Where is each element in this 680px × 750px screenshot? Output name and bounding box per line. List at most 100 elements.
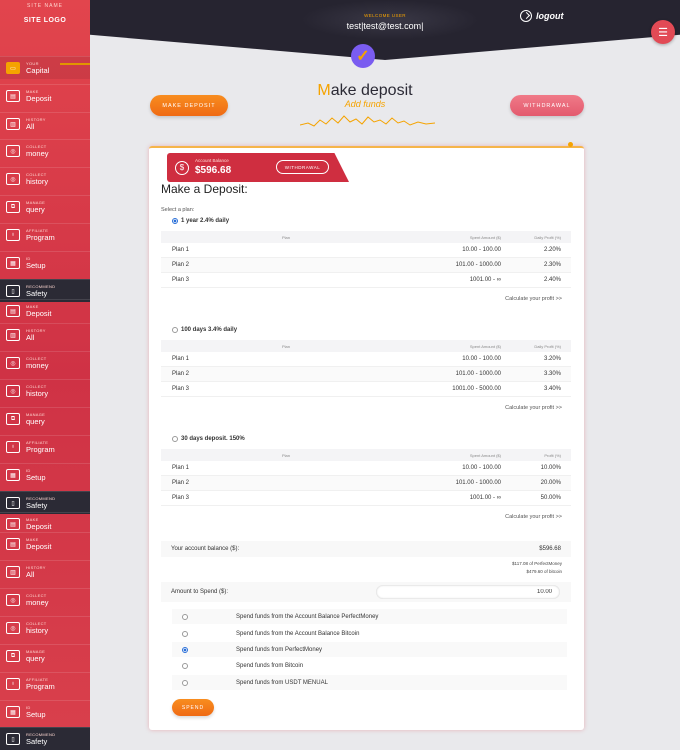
site-name: SITE NAME [27, 3, 63, 9]
logout-button[interactable]: logout [520, 10, 564, 22]
table-cell: 10.00 - 100.00 [462, 465, 501, 471]
spend-option[interactable]: Spend funds from the Account Balance Bit… [172, 626, 567, 641]
sidebar-item-program[interactable]: ♁ AFFILIATE Program [0, 672, 90, 695]
sidebar-item-history[interactable]: ◎ COLLECT history [0, 616, 90, 639]
deposit-icon: ▤ [6, 538, 20, 550]
hamburger-icon: ☰ [658, 26, 668, 39]
sidebar-item-label: All [26, 332, 35, 342]
table-row: Plan 1 10.00 - 100.00 3.20% [161, 352, 571, 367]
history-icon: ▥ [6, 329, 20, 341]
sidebar-item-money[interactable]: ◎ COLLECT money [0, 139, 90, 162]
plan-table: Plan Spent Amount ($) Profit (%) Plan 1 10.0… [161, 449, 571, 506]
account-balance-value: $596.68 [539, 546, 561, 552]
table-cell: 3.30% [543, 371, 561, 377]
coins-icon: ◎ [6, 357, 20, 369]
plan-option-3[interactable]: 30 days deposit. 150% [172, 436, 245, 442]
welcome-label: WELCOME USER [364, 13, 406, 18]
spend-option[interactable]: Spend funds from USDT MENUAL [172, 675, 567, 690]
spend-radio[interactable] [182, 679, 188, 686]
sidebar-item-label: query [26, 204, 45, 214]
sidebar-item-program[interactable]: ♁ AFFILIATE Program [0, 435, 90, 458]
table-row: Plan 2 101.00 - 1000.00 3.30% [161, 367, 571, 382]
table-cell: Plan 2 [172, 262, 190, 268]
affiliate-icon: ♁ [6, 229, 20, 241]
make-deposit-button[interactable]: MAKE DEPOSIT [150, 95, 228, 116]
spend-radio[interactable] [182, 646, 188, 653]
sidebar-item-label: Program [26, 444, 55, 454]
plan-radio[interactable] [172, 436, 178, 442]
table-cell: Plan 2 [172, 480, 190, 486]
sidebar-item-history[interactable]: ◎ COLLECT history [0, 379, 90, 402]
column-header: Plan [281, 343, 290, 349]
plan-radio[interactable] [172, 327, 178, 333]
site-logo[interactable]: SITE LOGO [0, 17, 90, 24]
sidebar-item-label: history [26, 625, 49, 635]
sidebar-item-setup[interactable]: ▦ ID Setup [0, 251, 90, 274]
page-subtitle: Add funds [344, 99, 386, 109]
sidebar-item-label: Setup [26, 472, 46, 482]
spend-radio[interactable] [182, 662, 188, 669]
banner-withdrawal-button[interactable]: WITHDRAWAL [276, 160, 329, 174]
table-cell: 101.00 - 1000.00 [455, 480, 501, 486]
sidebar-item-label: Deposit [26, 308, 52, 318]
sidebar-item-all[interactable]: ▥ HISTORY All [0, 323, 90, 346]
calculate-profit-link[interactable]: Calculate your profit >> [505, 296, 562, 302]
sidebar-item-safety[interactable]: ▯ RECOMMEND Safety [0, 491, 90, 514]
plan-option-1[interactable]: 1 year 2.4% daily [172, 218, 229, 224]
sidebar-item-all[interactable]: ▥ HISTORY All [0, 112, 90, 135]
spend-option[interactable]: Spend funds from Bitcoin [172, 658, 567, 673]
page-title: Make deposit [260, 82, 470, 100]
sidebar-item-safety[interactable]: ▯ RECOMMEND Safety [0, 727, 90, 750]
calculate-profit-link[interactable]: Calculate your profit >> [505, 514, 562, 520]
table-header: Plan Spent Amount ($) Daily Profit (%) [161, 231, 571, 243]
dollar-icon: $ [175, 160, 189, 175]
id-icon: ▦ [6, 257, 20, 269]
table-cell: 2.30% [543, 262, 561, 268]
spend-option[interactable]: Spend funds from PerfectMoney [172, 642, 567, 657]
sidebar-item-program[interactable]: ♁ AFFILIATE Program [0, 223, 90, 246]
plan-radio[interactable] [172, 218, 178, 224]
table-row: Plan 2 101.00 - 1000.00 20.00% [161, 476, 571, 491]
sidebar-item-query[interactable]: ⧉ MANAGE query [0, 195, 90, 218]
sidebar-item-query[interactable]: ⧉ MANAGE query [0, 407, 90, 430]
history-icon: ▥ [6, 118, 20, 130]
table-row: Plan 3 1001.00 - 5000.00 3.40% [161, 382, 571, 397]
sidebar-item-money[interactable]: ◎ COLLECT money [0, 351, 90, 374]
column-header: Spent Amount ($) [469, 343, 501, 349]
spend-option-label: Spend funds from the Account Balance Per… [236, 613, 379, 620]
table-cell: 50.00% [540, 495, 561, 501]
bitcoin-balance: $479.60 of bitcoin [526, 569, 562, 574]
menu-button[interactable]: ☰ [651, 20, 675, 44]
table-cell: Plan 1 [172, 247, 190, 253]
sidebar-item-label: All [26, 569, 35, 579]
sidebar: SITE NAME SITE LOGO ▭ YOUR Capital ▤ MAKE Dep… [0, 0, 90, 750]
spend-radio[interactable] [182, 613, 188, 620]
spend-option-label: Spend funds from PerfectMoney [236, 646, 323, 653]
table-cell: Plan 1 [172, 356, 190, 362]
sidebar-item-setup[interactable]: ▦ ID Setup [0, 700, 90, 723]
plan-option-2[interactable]: 100 days 3.4% daily [172, 327, 237, 333]
table-cell: Plan 3 [172, 277, 190, 283]
sidebar-item-money[interactable]: ◎ COLLECT money [0, 588, 90, 611]
sidebar-item-history[interactable]: ◎ COLLECT history [0, 167, 90, 190]
spend-button[interactable]: SPEND [172, 699, 214, 716]
sidebar-item-deposit[interactable]: ▤ MAKE Deposit [0, 532, 90, 555]
sidebar-item-query[interactable]: ⧉ MANAGE query [0, 644, 90, 667]
welcome-user: test|test@test.com| [346, 21, 424, 31]
sidebar-item-setup[interactable]: ▦ ID Setup [0, 463, 90, 486]
spend-option[interactable]: Spend funds from the Account Balance Per… [172, 609, 567, 624]
amount-input[interactable] [376, 585, 560, 599]
coins-icon: ◎ [6, 145, 20, 157]
sidebar-item-capital[interactable]: ▭ YOUR Capital [0, 56, 90, 79]
withdrawal-button[interactable]: WITHDRAWAL [510, 95, 584, 116]
sidebar-item-deposit[interactable]: ▤ MAKE Deposit [0, 299, 90, 322]
sidebar-item-all[interactable]: ▥ HISTORY All [0, 560, 90, 583]
amount-label: Amount to Spend ($): [171, 589, 229, 595]
sidebar-item-label: query [26, 416, 45, 426]
wallet-icon: ▭ [6, 62, 20, 74]
calculate-profit-link[interactable]: Calculate your profit >> [505, 405, 562, 411]
sidebar-item-deposit[interactable]: ▤ MAKE Deposit [0, 84, 90, 107]
spend-radio[interactable] [182, 630, 188, 637]
perfectmoney-balance: $117.08 of PerfectMoney [512, 561, 562, 566]
account-balance-row: Your account balance ($): $596.68 [161, 541, 571, 557]
